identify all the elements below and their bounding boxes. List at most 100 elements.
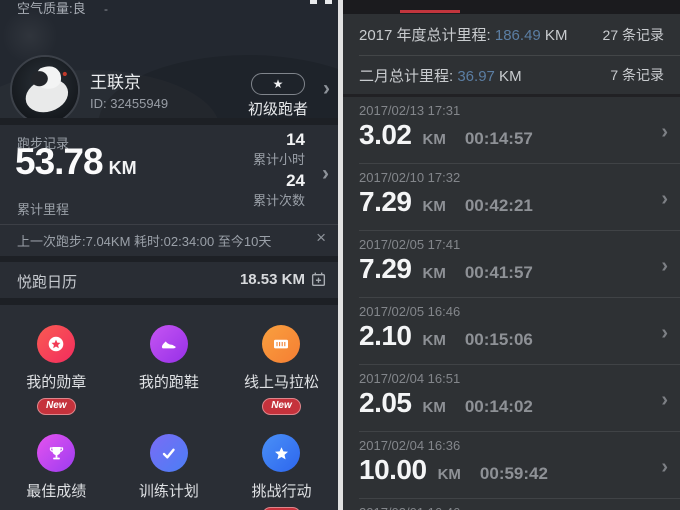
new-badge: New — [37, 398, 76, 415]
year-record-count: 27 条记录 — [603, 25, 664, 45]
menu-item-best-results[interactable]: 最佳成绩 — [0, 434, 113, 510]
chevron-right-icon[interactable]: › — [661, 389, 668, 412]
record-main: 7.29 KM 00:42:21 — [359, 186, 533, 218]
calendar-add-icon[interactable] — [310, 271, 327, 293]
total-count-value: 24 — [253, 170, 305, 191]
month-record-count: 7 条记录 — [610, 65, 664, 85]
run-calendar-row[interactable]: 悦跑日历 18.53 KM — [0, 262, 338, 298]
menu-label: 线上马拉松 — [244, 371, 319, 392]
record-distance: 2.10 — [359, 320, 412, 352]
star-icon — [262, 434, 300, 472]
level-label: 初级跑者 — [240, 98, 316, 119]
record-main: 7.29 KM 00:41:57 — [359, 253, 533, 285]
record-datetime: 2017/02/05 16:46 — [359, 304, 460, 319]
avatar[interactable] — [10, 55, 80, 122]
record-row[interactable]: 2017/02/04 16:36 10.00 KM 00:59:42 › — [343, 432, 680, 499]
record-unit: KM — [423, 198, 446, 215]
chevron-right-icon[interactable]: › — [661, 255, 668, 278]
active-tab-indicator — [400, 10, 460, 13]
record-duration: 00:41:57 — [465, 263, 533, 283]
record-row[interactable]: 2017/02/04 16:51 2.05 KM 00:14:02 › — [343, 365, 680, 432]
profile-panel: 空气质量:良 - 王联京 ID: 3245594 — [0, 0, 338, 510]
record-unit: KM — [423, 332, 446, 349]
tab-bar — [343, 0, 680, 14]
total-distance-value: 53.78 — [15, 141, 103, 183]
record-datetime: 2017/02/04 16:51 — [359, 371, 460, 386]
record-distance: 2.05 — [359, 387, 412, 419]
menu-label: 挑战行动 — [251, 480, 311, 501]
year-summary-row: 2017 年度总计里程: 186.49 KM 27 条记录 — [343, 14, 680, 55]
divider — [0, 224, 338, 225]
app-screen: 空气质量:良 - 王联京 ID: 3245594 — [0, 0, 680, 510]
total-distance: 53.78 KM — [15, 141, 137, 183]
menu-label: 我的勋章 — [26, 371, 86, 392]
record-datetime: 2017/02/05 17:41 — [359, 237, 460, 252]
menu-item-challenge[interactable]: 挑战行动 New — [225, 434, 338, 510]
close-icon[interactable]: × — [316, 228, 326, 248]
record-datetime: 2017/02/04 16:36 — [359, 438, 460, 453]
record-distance: 7.29 — [359, 253, 412, 285]
record-row[interactable]: 2017/02/10 17:32 7.29 KM 00:42:21 › — [343, 164, 680, 231]
record-row[interactable]: 2017/02/05 16:46 2.10 KM 00:15:06 › — [343, 298, 680, 365]
medal-icon — [37, 325, 75, 363]
record-row[interactable]: 2017/02/01 16:46 — [343, 499, 680, 510]
record-duration: 00:15:06 — [465, 330, 533, 350]
record-main: 3.02 KM 00:14:57 — [359, 119, 533, 151]
record-datetime: 2017/02/10 17:32 — [359, 170, 460, 185]
record-unit: KM — [438, 466, 461, 483]
total-distance-unit: KM — [109, 158, 137, 179]
run-stats-card[interactable]: 跑步记录 53.78 KM 累计里程 14 累计小时 24 累计次数 › 上一次… — [0, 125, 338, 256]
month-total-value: 36.97 — [457, 68, 495, 85]
record-unit: KM — [423, 399, 446, 416]
total-distance-label: 累计里程 — [17, 199, 69, 218]
menu-item-medals[interactable]: 我的勋章 New — [0, 305, 113, 434]
year-summary-text: 2017 年度总计里程: 186.49 KM — [359, 24, 567, 45]
profile-header: 空气质量:良 - 王联京 ID: 3245594 — [0, 0, 338, 122]
menu-item-online-marathon[interactable]: 线上马拉松 New — [225, 305, 338, 434]
menu-item-training-plan[interactable]: 训练计划 — [113, 434, 226, 510]
calendar-label: 悦跑日历 — [17, 271, 77, 292]
menu-label: 训练计划 — [139, 480, 199, 501]
record-distance: 3.02 — [359, 119, 412, 151]
profile-chevron-icon[interactable]: › — [323, 78, 330, 99]
menu-item-shoes[interactable]: 我的跑鞋 — [113, 305, 226, 434]
chevron-right-icon[interactable]: › — [661, 456, 668, 479]
new-badge: New — [262, 398, 301, 415]
record-main: 2.05 KM 00:14:02 — [359, 387, 533, 419]
record-row[interactable]: 2017/02/13 17:31 3.02 KM 00:14:57 › — [343, 97, 680, 164]
stats-chevron-icon[interactable]: › — [322, 163, 329, 184]
record-duration: 00:59:42 — [480, 464, 548, 484]
record-datetime: 2017/02/01 16:46 — [359, 505, 460, 510]
weather-dash: - — [104, 2, 108, 16]
shoe-icon — [150, 325, 188, 363]
air-quality-label: 空气质量:良 — [17, 0, 86, 17]
check-icon — [150, 434, 188, 472]
menu-label: 最佳成绩 — [26, 480, 86, 501]
month-summary-text: 二月总计里程: 36.97 KM — [359, 65, 522, 86]
divider — [0, 118, 338, 125]
chevron-right-icon[interactable]: › — [661, 322, 668, 345]
user-id: ID: 32455949 — [90, 96, 168, 111]
level-badge[interactable]: ★ — [251, 73, 305, 95]
menu-grid: 我的勋章 New 我的跑鞋 — [0, 305, 338, 510]
record-main: 2.10 KM 00:15:06 — [359, 320, 533, 352]
stats-secondary: 14 累计小时 24 累计次数 — [253, 129, 305, 211]
last-run-banner: 上一次跑步:7.04KM 耗时:02:34:00 至今10天 — [17, 231, 271, 250]
clipped-status-icon — [310, 0, 332, 5]
record-distance: 7.29 — [359, 186, 412, 218]
record-duration: 00:14:02 — [465, 397, 533, 417]
trophy-icon — [37, 434, 75, 472]
chevron-right-icon[interactable]: › — [661, 121, 668, 144]
month-summary-row: 二月总计里程: 36.97 KM 7 条记录 — [343, 56, 680, 94]
record-distance: 10.00 — [359, 454, 427, 486]
record-row[interactable]: 2017/02/05 17:41 7.29 KM 00:41:57 › — [343, 231, 680, 298]
chevron-right-icon[interactable]: › — [661, 188, 668, 211]
menu-label: 我的跑鞋 — [139, 371, 199, 392]
records-panel: 2017 年度总计里程: 186.49 KM 27 条记录 二月总计里程: 36… — [343, 0, 680, 510]
finish-ribbon-icon — [262, 325, 300, 363]
record-unit: KM — [423, 131, 446, 148]
user-name: 王联京 — [90, 68, 141, 93]
divider — [0, 298, 338, 305]
total-hours-label: 累计小时 — [253, 150, 305, 170]
year-total-value: 186.49 — [495, 27, 541, 44]
